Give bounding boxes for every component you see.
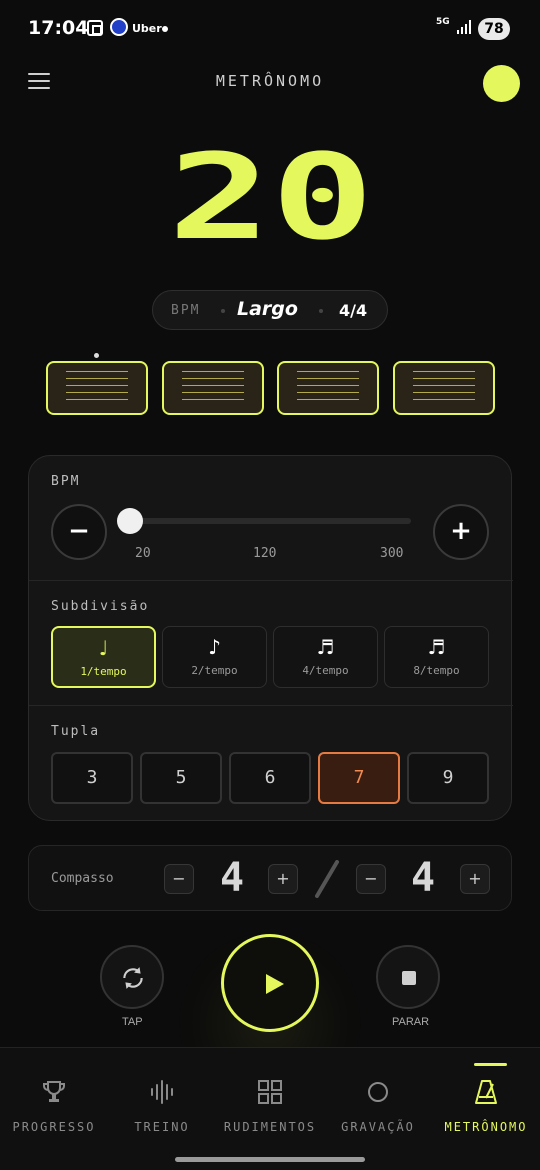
tuplet-option-7[interactable]: 7 <box>318 752 400 804</box>
page-title: METRÔNOMO <box>215 72 325 90</box>
uber-app-icon <box>110 18 128 36</box>
bpm-display: 20 <box>168 150 374 246</box>
denominator-plus-button[interactable]: + <box>460 864 490 894</box>
play-icon <box>266 974 284 994</box>
separator-dot <box>319 309 323 313</box>
screenshot-icon <box>87 20 103 36</box>
status-bar: 17:04 Uber 5G 78 <box>0 0 540 58</box>
tab-label: METRÔNOMO <box>444 1120 528 1134</box>
signal-icon <box>457 20 471 34</box>
grid-icon <box>258 1080 282 1104</box>
time-signature: 4/4 <box>339 301 368 320</box>
trophy-icon <box>43 1081 65 1102</box>
uber-app-label: Uber <box>132 22 162 35</box>
numerator-plus-button[interactable]: + <box>268 864 298 894</box>
record-circle-icon <box>368 1082 388 1102</box>
increase-bpm-button[interactable]: + <box>433 504 489 560</box>
home-indicator <box>175 1157 365 1162</box>
metronome-icon <box>475 1080 497 1104</box>
beat-box <box>277 361 379 415</box>
tab-label: TREINO <box>134 1120 190 1134</box>
denominator-value: 4 <box>411 860 435 894</box>
bpm-slider-track[interactable] <box>131 518 411 524</box>
bpm-unit-label: BPM <box>171 303 201 318</box>
tab-metronome[interactable]: METRÔNOMO <box>432 1048 540 1148</box>
subdivision-option-3[interactable]: ♬ 4/tempo <box>273 626 378 688</box>
subdivision-label: Subdivisão <box>51 599 150 614</box>
beat-box <box>393 361 495 415</box>
tuplet-option-6[interactable]: 6 <box>229 752 311 804</box>
svg-text:20: 20 <box>168 150 374 246</box>
tap-label: TAP <box>122 1016 143 1028</box>
tab-waveform[interactable]: TREINO <box>108 1048 216 1148</box>
note-icon: ♬ <box>316 635 335 659</box>
svg-text:4: 4 <box>220 860 244 894</box>
tab-grid[interactable]: RUDIMENTOS <box>216 1048 324 1148</box>
decrease-bpm-button[interactable]: − <box>51 504 107 560</box>
notification-dot-icon <box>162 26 168 32</box>
note-icon: ♩ <box>98 636 109 660</box>
battery-indicator: 78 <box>478 18 510 40</box>
settings-card: BPM − 20 120 300 + Subdivisão ♩ 1/tempo ♪ 2… <box>28 455 513 821</box>
note-icon: ♪ <box>208 635 221 659</box>
subdivision-caption: 2/tempo <box>191 664 238 677</box>
bottom-nav: PROGRESSO TREINO RUDIMENTOS GRAVAÇÃO METRÔNO… <box>0 1047 540 1170</box>
subdivision-option-2[interactable]: ♪ 2/tempo <box>162 626 267 688</box>
avatar[interactable] <box>483 65 520 102</box>
beat-box <box>162 361 264 415</box>
tuplet-option-3[interactable]: 3 <box>51 752 133 804</box>
separator-dot <box>221 309 225 313</box>
sync-icon <box>123 967 143 989</box>
bpm-section-label: BPM <box>51 474 81 489</box>
tab-trophy[interactable]: PROGRESSO <box>0 1048 108 1148</box>
slash-divider <box>315 860 339 898</box>
divider <box>29 580 513 581</box>
play-button[interactable] <box>221 934 319 1032</box>
time-signature-editor: Compasso − 4 + − 4 + <box>28 845 512 911</box>
tuplet-option-9[interactable]: 9 <box>407 752 489 804</box>
status-time: 17:04 <box>28 17 89 39</box>
denominator-minus-button[interactable]: − <box>356 864 386 894</box>
svg-text:4: 4 <box>411 860 435 894</box>
stop-icon <box>402 971 416 985</box>
subdivision-caption: 8/tempo <box>413 664 460 677</box>
slider-mid-label: 120 <box>253 546 277 561</box>
tempo-marking: Largo <box>237 298 298 320</box>
numerator-minus-button[interactable]: − <box>164 864 194 894</box>
tab-label: PROGRESSO <box>12 1120 96 1134</box>
slider-min-label: 20 <box>135 546 151 561</box>
subdivision-option-1[interactable]: ♩ 1/tempo <box>51 626 156 688</box>
tab-label: GRAVAÇÃO <box>341 1120 415 1134</box>
tab-label: RUDIMENTOS <box>223 1120 317 1134</box>
slider-max-label: 300 <box>380 546 404 561</box>
compasso-label: Compasso <box>51 871 114 886</box>
current-beat-marker <box>94 353 99 358</box>
bpm-slider-thumb[interactable] <box>117 508 143 534</box>
tuplet-option-5[interactable]: 5 <box>140 752 222 804</box>
beat-box <box>46 361 148 415</box>
subdivision-caption: 4/tempo <box>302 664 349 677</box>
tuplet-label: Tupla <box>51 724 101 739</box>
subdivision-caption: 1/tempo <box>80 665 127 678</box>
tap-button[interactable] <box>100 945 164 1009</box>
stop-label: PARAR <box>392 1016 430 1028</box>
note-icon: ♬ <box>427 635 446 659</box>
waveform-icon <box>151 1080 173 1104</box>
numerator-value: 4 <box>220 860 244 894</box>
stop-button[interactable] <box>376 945 440 1009</box>
subdivision-option-4[interactable]: ♬ 8/tempo <box>384 626 489 688</box>
divider <box>29 705 513 706</box>
tab-record-circle[interactable]: GRAVAÇÃO <box>324 1048 432 1148</box>
network-type: 5G <box>436 17 450 27</box>
tempo-info-pill: BPM Largo 4/4 <box>152 290 388 330</box>
